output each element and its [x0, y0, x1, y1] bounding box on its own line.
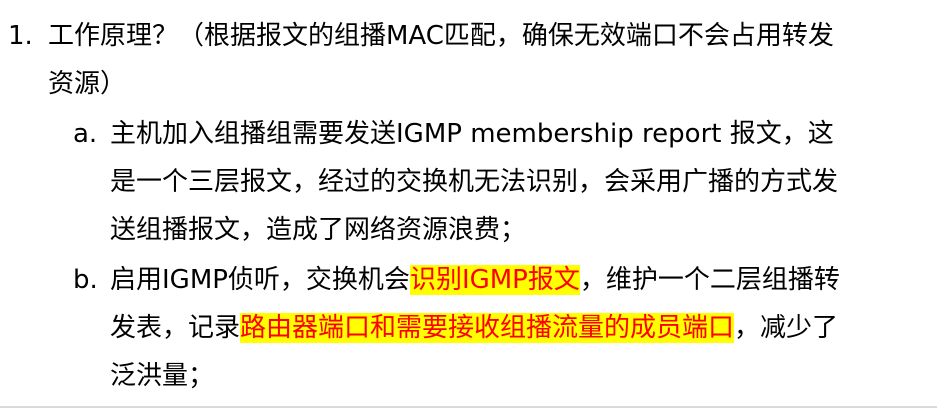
item-b-text-line-1: 启用IGMP侦听，交换机会识别IGMP报文，维护一个二层组播转 [110, 256, 840, 304]
item-b-line-1-suffix: ，维护一个二层组播转 [579, 265, 840, 295]
item-b-line-2-prefix: 发表，记录 [110, 313, 241, 343]
item-b-line-1-prefix: 启用IGMP侦听，交换机会 [110, 265, 410, 295]
document-body: 1. 工作原理？（根据报文的组播MAC匹配，确保无效端口不会占用转发 资源） a… [0, 0, 937, 408]
list-marker-b: b. [73, 265, 98, 295]
list-marker-1: 1. [8, 21, 33, 51]
list-marker-a: a. [73, 119, 98, 149]
item-b-line-2-suffix: ，减少了 [734, 313, 839, 343]
item-1-text-line-1: 工作原理？（根据报文的组播MAC匹配，确保无效端口不会占用转发 [48, 21, 834, 51]
item-1-text-line-2: 资源） [48, 69, 127, 99]
highlight-identify-igmp: 识别IGMP报文 [409, 265, 580, 295]
item-b-text-line-2: 发表，记录路由器端口和需要接收组播流量的成员端口，减少了 [110, 304, 838, 352]
item-a-text-line-1: 主机加入组播组需要发送IGMP membership report 报文，这 [110, 119, 834, 149]
item-b-text-line-3: 泛洪量； [110, 361, 215, 391]
highlight-router-member-ports: 路由器端口和需要接收组播流量的成员端口 [240, 313, 735, 343]
item-a-text-line-2: 是一个三层报文，经过的交换机无法识别，会采用广播的方式发 [110, 167, 839, 197]
item-a-text-line-3: 送组播报文，造成了网络资源浪费； [110, 215, 527, 245]
